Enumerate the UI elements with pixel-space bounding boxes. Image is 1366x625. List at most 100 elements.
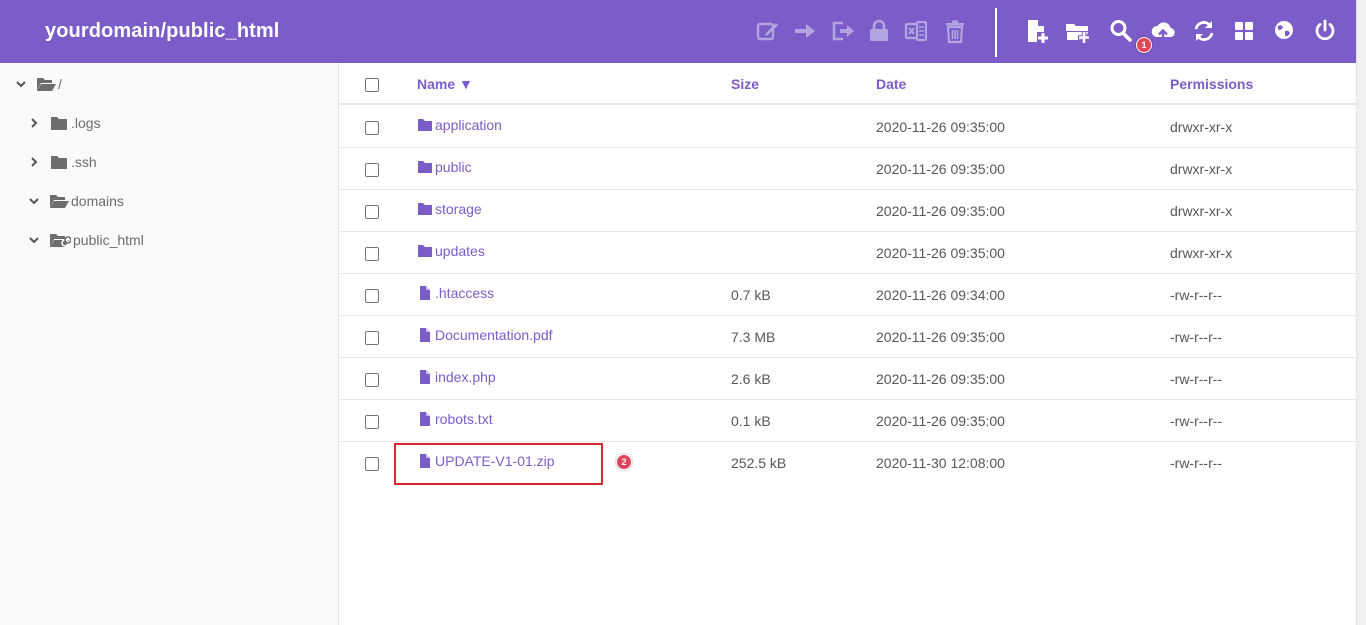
tree-item-ssh[interactable]: .ssh — [29, 151, 97, 173]
refresh-icon[interactable] — [1191, 18, 1217, 44]
table-row[interactable]: application 2020-11-26 09:35:00 drwxr-xr… — [340, 106, 1356, 148]
column-header-date[interactable]: Date — [876, 76, 906, 92]
move-icon[interactable] — [792, 18, 818, 44]
folder-icon — [418, 203, 432, 215]
tree-item-root[interactable]: / — [16, 73, 62, 95]
table-row[interactable]: storage 2020-11-26 09:35:00 drwxr-xr-x — [340, 190, 1356, 232]
file-permissions: drwxr-xr-x — [1170, 203, 1233, 219]
tree-item-domains[interactable]: domains — [29, 190, 124, 212]
tree-item-label: / — [58, 76, 62, 92]
grid-view-icon[interactable] — [1231, 18, 1257, 44]
row-checkbox[interactable] — [365, 247, 379, 261]
tree-item-label: .ssh — [71, 154, 97, 170]
upload-step-badge: 1 — [1136, 37, 1152, 53]
column-header-name[interactable]: Name ▼ — [417, 76, 473, 92]
row-checkbox[interactable] — [365, 415, 379, 429]
chevron-down-icon[interactable] — [29, 196, 39, 206]
file-name-link[interactable]: .htaccess — [417, 285, 494, 301]
row-checkbox[interactable] — [365, 457, 379, 471]
file-name-link[interactable]: storage — [417, 201, 482, 217]
file-size: 2.6 kB — [731, 371, 771, 387]
search-icon[interactable] — [1108, 18, 1134, 44]
chevron-down-icon[interactable] — [29, 235, 39, 245]
file-size: 7.3 MB — [731, 329, 776, 345]
file-permissions: drwxr-xr-x — [1170, 245, 1233, 261]
file-name-link[interactable]: Documentation.pdf — [417, 327, 553, 343]
upload-cloud-icon[interactable] — [1150, 18, 1176, 44]
folder-icon — [418, 245, 432, 257]
file-icon — [420, 286, 430, 300]
copy-icon[interactable] — [830, 18, 856, 44]
row-checkbox[interactable] — [365, 205, 379, 219]
file-icon — [420, 412, 430, 426]
file-name-link[interactable]: public — [417, 159, 472, 175]
column-header-permissions[interactable]: Permissions — [1170, 76, 1253, 92]
file-name-link[interactable]: index.php — [417, 369, 496, 385]
chevron-down-icon[interactable] — [16, 79, 26, 89]
file-permissions: -rw-r--r-- — [1170, 413, 1223, 429]
file-date: 2020-11-26 09:35:00 — [876, 203, 1005, 219]
table-row[interactable]: public 2020-11-26 09:35:00 drwxr-xr-x — [340, 148, 1356, 190]
folder-icon — [418, 161, 432, 173]
file-size: 0.7 kB — [731, 287, 771, 303]
file-date: 2020-11-26 09:35:00 — [876, 371, 1005, 387]
file-name-link[interactable]: updates — [417, 243, 485, 259]
file-permissions: -rw-r--r-- — [1170, 371, 1223, 387]
tree-item-label: domains — [71, 193, 124, 209]
top-toolbar: yourdomain/public_html 1 — [0, 0, 1356, 63]
new-folder-icon[interactable] — [1065, 18, 1091, 44]
row-checkbox[interactable] — [365, 121, 379, 135]
page-scrollbar[interactable] — [1356, 0, 1366, 625]
power-icon[interactable] — [1312, 18, 1338, 44]
file-icon — [420, 370, 430, 384]
file-date: 2020-11-26 09:34:00 — [876, 287, 1005, 303]
column-header-size[interactable]: Size — [731, 76, 759, 92]
tree-item-label: public_html — [73, 232, 144, 248]
file-name-link[interactable]: robots.txt — [417, 411, 493, 427]
folder-icon — [51, 116, 67, 130]
table-row[interactable]: Documentation.pdf 7.3 MB 2020-11-26 09:3… — [340, 316, 1356, 358]
tree-item-public-html[interactable]: public_html — [29, 229, 144, 251]
file-permissions: drwxr-xr-x — [1170, 119, 1233, 135]
toolbar-divider — [995, 8, 997, 57]
table-row[interactable]: .htaccess 0.7 kB 2020-11-26 09:34:00 -rw… — [340, 274, 1356, 316]
file-date: 2020-11-30 12:08:00 — [876, 455, 1005, 471]
row-checkbox[interactable] — [365, 331, 379, 345]
archive-icon[interactable] — [903, 18, 929, 44]
table-header: Name ▼ Size Date Permissions — [340, 63, 1356, 105]
file-name-link[interactable]: application — [417, 117, 502, 133]
file-size: 252.5 kB — [731, 455, 787, 471]
file-size: 0.1 kB — [731, 413, 771, 429]
folder-icon — [418, 119, 432, 131]
folder-open-icon — [50, 194, 69, 208]
tree-item-logs[interactable]: .logs — [29, 112, 101, 134]
row-checkbox[interactable] — [365, 373, 379, 387]
row-checkbox[interactable] — [365, 289, 379, 303]
permissions-lock-icon[interactable] — [866, 18, 892, 44]
file-permissions: drwxr-xr-x — [1170, 161, 1233, 177]
file-permissions: -rw-r--r-- — [1170, 455, 1223, 471]
chevron-right-icon[interactable] — [29, 118, 39, 128]
file-permissions: -rw-r--r-- — [1170, 287, 1223, 303]
tree-item-label: .logs — [71, 115, 101, 131]
file-date: 2020-11-26 09:35:00 — [876, 413, 1005, 429]
current-path-title: yourdomain/public_html — [45, 20, 280, 42]
trash-icon[interactable] — [942, 18, 968, 44]
table-row[interactable]: index.php 2.6 kB 2020-11-26 09:35:00 -rw… — [340, 358, 1356, 400]
globe-icon[interactable] — [1271, 18, 1297, 44]
file-date: 2020-11-26 09:35:00 — [876, 329, 1005, 345]
new-file-icon[interactable] — [1024, 18, 1050, 44]
file-icon — [420, 328, 430, 342]
file-permissions: -rw-r--r-- — [1170, 329, 1223, 345]
select-all-checkbox[interactable] — [365, 78, 379, 92]
chevron-right-icon[interactable] — [29, 157, 39, 167]
table-row[interactable]: updates 2020-11-26 09:35:00 drwxr-xr-x — [340, 232, 1356, 274]
row-checkbox[interactable] — [365, 163, 379, 177]
folder-link-icon — [50, 233, 71, 247]
folder-tree-sidebar: / .logs .ssh domains public_html — [0, 63, 339, 625]
file-date: 2020-11-26 09:35:00 — [876, 161, 1005, 177]
rename-icon[interactable] — [755, 18, 781, 44]
table-row[interactable]: robots.txt 0.1 kB 2020-11-26 09:35:00 -r… — [340, 400, 1356, 442]
folder-open-icon — [37, 77, 56, 91]
file-list-panel: Name ▼ Size Date Permissions application… — [340, 63, 1356, 625]
